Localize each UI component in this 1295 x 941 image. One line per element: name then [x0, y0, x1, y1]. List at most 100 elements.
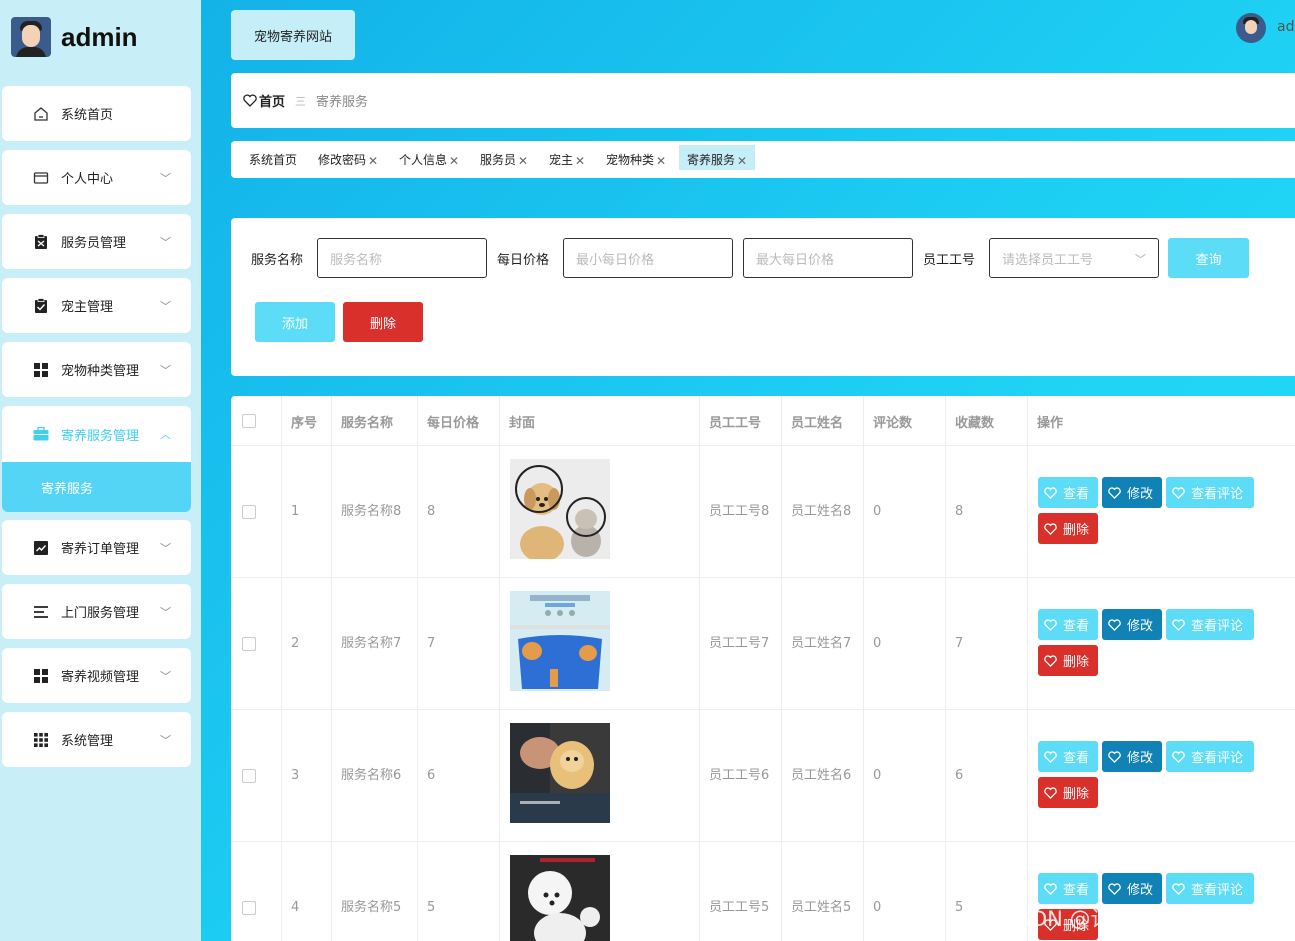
close-icon[interactable]: ✕ [368, 154, 378, 168]
sidebar-item-boarding-services[interactable]: 寄养服务管理 ︿ [2, 406, 191, 462]
tab-staff[interactable]: 服务员 ✕ [480, 145, 528, 170]
tab-pet-types[interactable]: 宠物种类 ✕ [606, 145, 666, 170]
tab-boarding-service[interactable]: 寄养服务 ✕ [679, 145, 756, 170]
heart-icon [1108, 882, 1121, 895]
heart-icon [1172, 618, 1185, 631]
select-all-checkbox[interactable] [231, 396, 281, 446]
close-icon[interactable]: ✕ [449, 154, 459, 168]
staff-no-label: 员工工号 [923, 253, 976, 268]
column-header[interactable]: 服务名称 [331, 396, 393, 446]
add-button[interactable]: 添加 [255, 302, 335, 342]
column-header[interactable]: 收藏数 [945, 396, 994, 446]
view-comments-button[interactable]: 查看评论 [1166, 873, 1254, 904]
submenu-item-boarding-service[interactable]: 寄养服务 [2, 462, 191, 512]
tab-owners[interactable]: 宠主 ✕ [549, 145, 585, 170]
service-name-input[interactable]: 服务名称 [317, 238, 487, 278]
tab-change-password[interactable]: 修改密码 ✕ [318, 145, 378, 170]
row-checkbox[interactable] [231, 446, 256, 578]
breadcrumb-current: 寄养服务 [316, 95, 369, 110]
heart-icon [1172, 486, 1185, 499]
sidebar-item-label: 个人中心 [61, 172, 114, 187]
sidebar-item-boarding-videos[interactable]: 寄养视频管理 ﹀ [2, 648, 191, 703]
grid-icon [32, 667, 50, 685]
sidebar-item-boarding-orders[interactable]: 寄养订单管理 ﹀ [2, 520, 191, 575]
view-button[interactable]: 查看 [1038, 873, 1098, 904]
max-price-input[interactable]: 最大每日价格 [743, 238, 913, 278]
close-icon[interactable]: ✕ [575, 154, 585, 168]
sidebar-item-staff[interactable]: 服务员管理 ﹀ [2, 214, 191, 269]
heart-icon [1044, 486, 1057, 499]
row-delete-button[interactable]: 删除 [1038, 513, 1098, 544]
sidebar-item-label: 服务员管理 [61, 236, 127, 251]
view-comments-button[interactable]: 查看评论 [1166, 609, 1254, 640]
tab-bar: 系统首页 修改密码 ✕ 个人信息 ✕ 服务员 ✕ 宠主 ✕ 宠物种类 ✕ 寄养服务 ✕ [231, 141, 1295, 178]
edit-button[interactable]: 修改 [1102, 609, 1162, 640]
sidebar-item-label: 宠物种类管理 [61, 364, 140, 379]
sidebar-item-owners[interactable]: 宠主管理 ﹀ [2, 278, 191, 333]
close-icon[interactable]: ✕ [656, 154, 666, 168]
column-header[interactable]: 序号 [281, 396, 317, 446]
sidebar-item-home-visit[interactable]: 上门服务管理 ﹀ [2, 584, 191, 639]
row-delete-button[interactable]: 删除 [1038, 777, 1098, 808]
view-button[interactable]: 查看 [1038, 741, 1098, 772]
cell-comments: 0 [873, 768, 882, 783]
heart-icon [243, 94, 257, 107]
heart-icon [1044, 750, 1057, 763]
cell-price: 8 [427, 504, 436, 519]
cell-staff-name: 员工姓名8 [791, 504, 852, 519]
heart-icon [1044, 618, 1057, 631]
cell-index: 2 [291, 636, 300, 651]
heart-icon [1044, 786, 1057, 799]
close-icon[interactable]: ✕ [518, 154, 528, 168]
row-checkbox[interactable] [231, 710, 256, 842]
sidebar-item-system[interactable]: 系统管理 ﹀ [2, 712, 191, 767]
query-button[interactable]: 查询 [1168, 238, 1249, 278]
sidebar-item-pet-types[interactable]: 宠物种类管理 ﹀ [2, 342, 191, 397]
sidebar-item-label: 系统首页 [61, 108, 114, 123]
staff-no-select[interactable]: 请选择员工工号 ﹀ [989, 238, 1159, 278]
chevron-down-icon: ﹀ [160, 670, 171, 683]
avatar[interactable] [1236, 13, 1266, 43]
row-checkbox[interactable] [231, 578, 256, 710]
clipboard-icon [32, 233, 50, 251]
breadcrumb: 首页 三 寄养服务 [231, 73, 1295, 128]
site-title[interactable]: 宠物寄养网站 [231, 10, 355, 60]
row-delete-button[interactable]: 删除 [1038, 645, 1098, 676]
view-comments-button[interactable]: 查看评论 [1166, 477, 1254, 508]
cell-index: 4 [291, 900, 300, 915]
view-comments-button[interactable]: 查看评论 [1166, 741, 1254, 772]
edit-button[interactable]: 修改 [1102, 741, 1162, 772]
username: admin [61, 21, 138, 52]
cover-image [510, 723, 610, 823]
view-button[interactable]: 查看 [1038, 609, 1098, 640]
header-username[interactable]: ad [1277, 19, 1294, 35]
cell-index: 1 [291, 504, 300, 519]
table-row: 1 服务名称8 8 员工工号8 员工姓名8 0 8 查看 修改 查看评论 删除 [231, 445, 1295, 577]
column-header[interactable]: 员工工号 [699, 396, 761, 446]
column-header[interactable]: 每日价格 [417, 396, 479, 446]
home-icon [32, 105, 50, 123]
delete-button[interactable]: 删除 [343, 302, 423, 342]
tab-home[interactable]: 系统首页 [249, 145, 297, 170]
heart-icon [1172, 750, 1185, 763]
edit-button[interactable]: 修改 [1102, 873, 1162, 904]
breadcrumb-home[interactable]: 首页 [243, 91, 285, 110]
row-checkbox[interactable] [231, 842, 256, 941]
price-label: 每日价格 [497, 253, 550, 268]
table-row: 2 服务名称7 7 员工工号7 员工姓名7 0 7 查看 修改 查看评论 删除 [231, 577, 1295, 709]
sidebar-item-profile[interactable]: 个人中心 ﹀ [2, 150, 191, 205]
table-row: 3 服务名称6 6 员工工号6 员工姓名6 0 6 查看 修改 查看评论 删除 [231, 709, 1295, 841]
close-icon[interactable]: ✕ [737, 154, 747, 168]
cell-price: 5 [427, 900, 436, 915]
min-price-input[interactable]: 最小每日价格 [563, 238, 733, 278]
cell-staff-no: 员工工号8 [709, 504, 770, 519]
cell-favorites: 7 [955, 636, 964, 651]
view-button[interactable]: 查看 [1038, 477, 1098, 508]
edit-button[interactable]: 修改 [1102, 477, 1162, 508]
column-header[interactable]: 评论数 [863, 396, 912, 446]
sidebar-item-home[interactable]: 系统首页 [2, 86, 191, 141]
column-header[interactable]: 员工姓名 [781, 396, 843, 446]
tab-personal-info[interactable]: 个人信息 ✕ [399, 145, 459, 170]
service-name-label: 服务名称 [251, 253, 304, 268]
sidebar: admin 系统首页 个人中心 ﹀ 服务员管理 ﹀ 宠主管理 ﹀ 宠物种类管理 … [0, 0, 201, 941]
